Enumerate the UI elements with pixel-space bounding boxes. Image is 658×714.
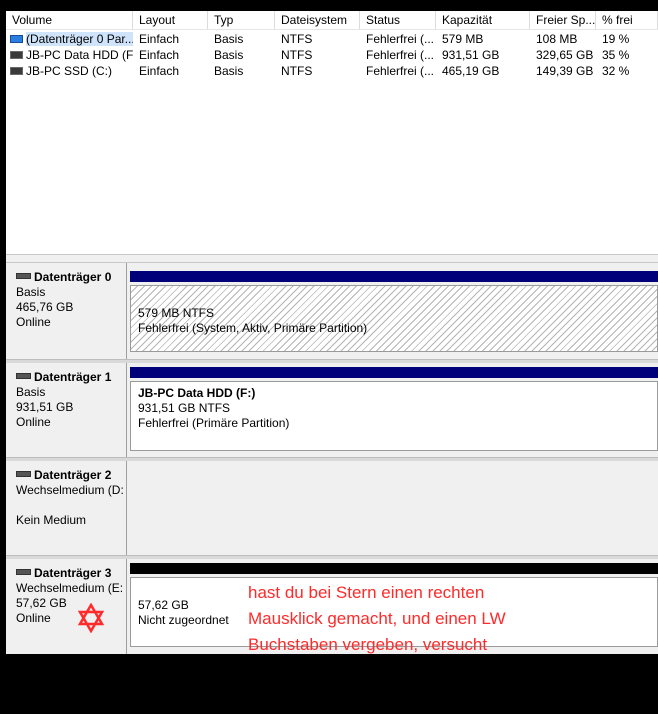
volume-cell: (Datenträger 0 Par... <box>6 31 133 47</box>
disk-name: Datenträger 2 <box>34 468 112 482</box>
disk-type: Wechselmedium (D: <box>16 483 124 497</box>
column-header-status[interactable]: Status <box>360 11 436 29</box>
volume-cell: JB-PC Data HDD (F:) <box>6 47 133 63</box>
disk-size: 465,76 GB <box>16 300 74 314</box>
disk-row-0: Datenträger 0 Basis 465,76 GB Online 579… <box>6 263 658 359</box>
volume-name: (Datenträger 0 Par... <box>26 32 133 46</box>
volume-name: JB-PC Data HDD (F:) <box>26 48 133 62</box>
kapazitaet-cell: 579 MB <box>442 32 484 46</box>
disk-type: Basis <box>16 385 46 399</box>
disk-size <box>16 498 126 513</box>
kapazitaet-cell: 931,51 GB <box>442 48 500 62</box>
disk-status: Online <box>16 611 51 625</box>
column-header-layout[interactable]: Layout <box>133 11 208 29</box>
pane-splitter[interactable] <box>6 254 658 263</box>
disk-status: Online <box>16 315 51 329</box>
disk-info-2[interactable]: Datenträger 2 Wechselmedium (D: Kein Med… <box>6 461 127 555</box>
primary-partition-bar <box>130 367 658 378</box>
primary-partition-bar <box>130 271 658 282</box>
disk-management-window: Volume Layout Typ Dateisystem Status Kap… <box>6 11 658 654</box>
disk-name: Datenträger 1 <box>34 370 112 384</box>
disk-status: Kein Medium <box>16 513 87 527</box>
layout-cell: Einfach <box>139 64 180 78</box>
freier-speicher-cell: 149,39 GB <box>536 64 594 78</box>
dateisystem-cell: NTFS <box>281 32 313 46</box>
prozent-frei-cell: 35 % <box>602 48 630 62</box>
column-header-volume[interactable]: Volume <box>6 11 133 29</box>
disk-name: Datenträger 0 <box>34 270 112 284</box>
kapazitaet-cell: 465,19 GB <box>442 64 500 78</box>
prozent-frei-cell: 19 % <box>602 32 630 46</box>
star-of-david-icon <box>77 603 105 633</box>
status-cell: Fehlerfrei (... <box>366 48 435 62</box>
disk-icon <box>16 470 31 477</box>
freier-speicher-cell: 108 MB <box>536 32 578 46</box>
typ-cell: Basis <box>214 64 244 78</box>
volume-list-header: Volume Layout Typ Dateisystem Status Kap… <box>6 11 658 30</box>
status-cell: Fehlerfrei (... <box>366 32 435 46</box>
disk-size: 57,62 GB <box>16 596 67 610</box>
column-header-freier-speicher[interactable]: Freier Sp... <box>530 11 596 29</box>
disk-icon <box>16 272 31 279</box>
volume-row[interactable]: JB-PC Data HDD (F:) Einfach Basis NTFS F… <box>6 47 658 63</box>
partition-status: Fehlerfrei (System, Aktiv, Primäre Parti… <box>138 321 368 335</box>
disk-icon <box>16 568 31 575</box>
dateisystem-cell: NTFS <box>281 48 313 62</box>
disk-info-1[interactable]: Datenträger 1 Basis 931,51 GB Online <box>6 363 127 457</box>
disk-info-3[interactable]: Datenträger 3 Wechselmedium (E: 57,62 GB… <box>6 559 127 654</box>
volume-name: JB-PC SSD (C:) <box>26 64 113 78</box>
column-header-kapazitaet[interactable]: Kapazität <box>436 11 530 29</box>
column-header-dateisystem[interactable]: Dateisystem <box>275 11 360 29</box>
partition-status: Fehlerfrei (Primäre Partition) <box>138 416 290 430</box>
status-cell: Fehlerfrei (... <box>366 64 435 78</box>
annotation-text: hast du bei Stern einen rechten Mausklic… <box>248 583 506 654</box>
dateisystem-cell: NTFS <box>281 64 313 78</box>
volume-blue-icon <box>10 34 23 43</box>
layout-cell: Einfach <box>139 48 180 62</box>
volume-cell: JB-PC SSD (C:) <box>6 63 133 79</box>
partition-size-fs: 579 MB NTFS <box>138 306 215 320</box>
disk-size: 931,51 GB <box>16 400 74 414</box>
volume-drive-icon <box>10 66 23 75</box>
volume-list: Volume Layout Typ Dateisystem Status Kap… <box>6 11 658 254</box>
layout-cell: Einfach <box>139 32 180 46</box>
freier-speicher-cell: 329,65 GB <box>536 48 594 62</box>
disk-icon <box>16 372 31 379</box>
partition-data-hdd[interactable]: JB-PC Data HDD (F:) 931,51 GB NTFS Fehle… <box>130 381 658 451</box>
typ-cell: Basis <box>214 32 244 46</box>
partition-size-fs: 931,51 GB NTFS <box>138 401 231 415</box>
disk-info-0[interactable]: Datenträger 0 Basis 465,76 GB Online <box>6 263 127 359</box>
partition-system[interactable]: 579 MB NTFS Fehlerfrei (System, Aktiv, P… <box>130 285 658 352</box>
disk-type: Basis <box>16 285 46 299</box>
typ-cell: Basis <box>214 48 244 62</box>
unallocated-bar <box>130 563 658 574</box>
column-header-typ[interactable]: Typ <box>208 11 275 29</box>
disk-name: Datenträger 3 <box>34 566 112 580</box>
prozent-frei-cell: 32 % <box>602 64 630 78</box>
volume-row[interactable]: (Datenträger 0 Par... Einfach Basis NTFS… <box>6 31 658 47</box>
volume-drive-icon <box>10 50 23 59</box>
volume-row[interactable]: JB-PC SSD (C:) Einfach Basis NTFS Fehler… <box>6 63 658 79</box>
column-header-prozent-frei[interactable]: % frei <box>596 11 658 29</box>
disk-row-2: Datenträger 2 Wechselmedium (D: Kein Med… <box>6 461 658 555</box>
disk-row-1: Datenträger 1 Basis 931,51 GB Online JB-… <box>6 363 658 457</box>
disk-type: Wechselmedium (E: <box>16 581 124 595</box>
disk-status: Online <box>16 415 51 429</box>
partition-label: JB-PC Data HDD (F:) <box>138 386 256 400</box>
